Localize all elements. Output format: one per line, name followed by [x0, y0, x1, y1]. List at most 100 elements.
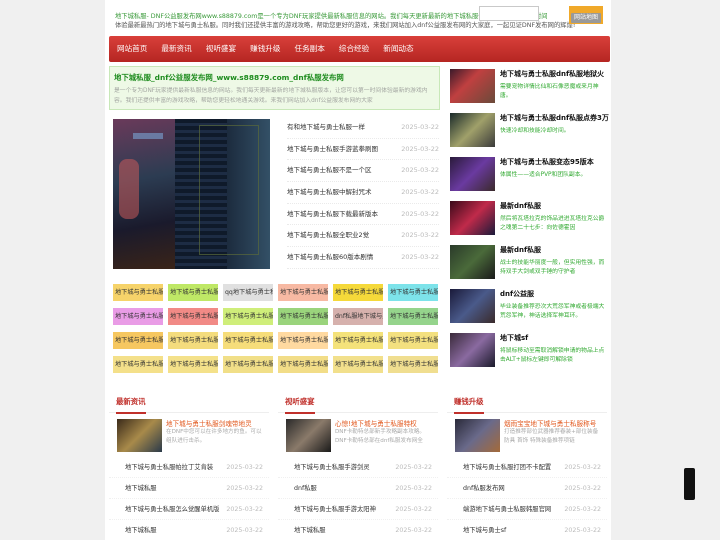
tag-link[interactable]: 地下城与勇士私服: [278, 308, 328, 325]
thumbnail[interactable]: [450, 113, 495, 147]
nav-item-updates[interactable]: 新闻动态: [376, 36, 420, 62]
list-item[interactable]: 有和地下城与勇士私服一样 2025-03-22: [287, 117, 439, 139]
list-item[interactable]: 地下城与勇士sf 2025-03-22: [447, 520, 607, 540]
section-featured[interactable]: 烟雨宝宝地下城与勇士私服称号 打造推荐部位武器推荐春装+部位装备 防具 首饰 特…: [447, 413, 607, 457]
list-item[interactable]: 地下城与勇士私服手游蓝拳刷图 2025-03-22: [287, 139, 439, 161]
tag-link[interactable]: 地下城与勇士私服: [278, 284, 328, 301]
main-nav: 网站首页 最新资讯 视听盛宴 赚钱升级 任务副本 综合经验 新闻动态: [109, 36, 610, 62]
item-title[interactable]: 最新dnf私服: [500, 201, 541, 211]
tag-link[interactable]: 地下城与勇士私服: [168, 332, 218, 349]
list-item[interactable]: 地下城与勇士私服全职业2觉 2025-03-22: [287, 225, 439, 248]
section-featured[interactable]: 心惊!地下城与勇士私服特权 DNF卡勒特总部新手攻略副本攻略。DNF卡勒特总部在…: [278, 413, 438, 457]
item-summary: 将鼠标移动至需取消解锁申请的物品上点击ALT+鼠标左键即可解除锁: [500, 348, 605, 363]
list-item[interactable]: 地下城与勇士私服帕拉丁艾肯装 2025-03-22: [109, 457, 269, 478]
scroll-to-top-button[interactable]: [684, 468, 695, 500]
search-box[interactable]: [479, 6, 539, 21]
item-summary: 然后将瓦塔拉克的饰品进进瓦塔拉克公爵之魂第二十七步：向佐德霍因: [500, 216, 605, 231]
tag-link[interactable]: qq地下城与勇士私服: [223, 284, 273, 301]
list-item[interactable]: 地下城与勇士私服不是一个区 2025-03-22: [287, 160, 439, 183]
site-description-line2: 体验最新最热门的地下城与勇士私服。同时我们还提供丰富的游戏攻略，帮助您更好的游戏…: [115, 22, 576, 29]
item-title[interactable]: dnf公益服: [500, 289, 534, 299]
list-item[interactable]: 地下城与勇士私服下载最新版本 2025-03-22: [287, 204, 439, 226]
list-item[interactable]: 地下城私服 2025-03-22: [109, 520, 269, 540]
section-heading[interactable]: 视听盛宴: [285, 397, 315, 414]
featured-summary: DNF卡勒特总部新手攻略副本攻略。DNF卡勒特总部在dnf私服发布网全: [335, 429, 426, 444]
list-item[interactable]: 地下城与勇士私服dnf私服地狱火 需要宠物详情比仙和石像恶魔或来月神唐。: [450, 65, 610, 109]
list-item[interactable]: dnf私服 2025-03-22: [278, 478, 438, 499]
list-item[interactable]: 端游地下城与勇士私服韩服官网 2025-03-22: [447, 499, 607, 520]
section-featured[interactable]: 地下城与勇士私服剑魂带地灵 在DNF中您可以在许多地方的鱼。可以组队进行击杀。: [109, 413, 269, 457]
nav-item-quests[interactable]: 任务副本: [288, 36, 332, 62]
list-item[interactable]: dnf公益服 毕业装备推荐恐次大荒怨军神或者极端大荒怨军神，神话选择军神耳环。: [450, 285, 610, 329]
thumbnail[interactable]: [286, 419, 331, 452]
list-item[interactable]: 最新dnf私服然后将瓦塔拉克的饰品进进瓦塔拉克公爵之魂第二十七步：向佐德霍因: [450, 197, 610, 241]
thumbnail[interactable]: [450, 201, 495, 235]
tag-link[interactable]: 地下城与勇士私服: [168, 356, 218, 373]
featured-title[interactable]: 地下城与勇士私服剑魂带地灵: [166, 418, 266, 428]
site-map-button[interactable]: 网站地图: [569, 6, 603, 24]
item-title[interactable]: 地下城sf: [500, 333, 528, 343]
section-heading[interactable]: 最新资讯: [116, 397, 146, 414]
list-item[interactable]: 地下城私服 2025-03-22: [109, 478, 269, 499]
thumbnail[interactable]: [117, 419, 162, 452]
nav-item-home[interactable]: 网站首页: [113, 36, 154, 62]
nav-item-earn[interactable]: 赚钱升级: [243, 36, 287, 62]
tag-link[interactable]: 地下城与勇士私服: [333, 284, 383, 301]
section-heading[interactable]: 赚钱升级: [454, 397, 484, 414]
list-item[interactable]: 地下城与勇士私服60版本剧情 2025-03-22: [287, 247, 439, 269]
site-map-label[interactable]: 网站地图: [571, 13, 601, 23]
tag-link[interactable]: 地下城与勇士私服: [223, 356, 273, 373]
list-item[interactable]: 地下城与勇士私服手游剑灵 2025-03-22: [278, 457, 438, 478]
thumbnail[interactable]: [450, 333, 495, 367]
list-item[interactable]: 地下城与勇士私服dnf私服点券3万 快速冷却和技能冷却时间。: [450, 109, 610, 153]
tag-link[interactable]: 地下城与勇士私服: [223, 308, 273, 325]
nav-item-news[interactable]: 最新资讯: [154, 36, 198, 62]
tag-link[interactable]: 地下城与勇士私服: [388, 332, 438, 349]
intro-box: 地下城私服_dnf公益服发布网_www.s88879.com_dnf私服发布网 …: [109, 66, 440, 110]
tag-link[interactable]: 地下城与勇士私服: [333, 356, 383, 373]
list-item[interactable]: 最新dnf私服战士的技能华丽度一般，但实用性强，而持双手大剑或双手锤的守护者: [450, 241, 610, 285]
tag-link[interactable]: 地下城与勇士私服: [278, 332, 328, 349]
list-item[interactable]: 地下城与勇士私服怎么觉醒单机版 2025-03-22: [109, 499, 269, 520]
featured-title[interactable]: 烟雨宝宝地下城与勇士私服称号: [504, 418, 604, 428]
tag-link[interactable]: 地下城与勇士私服: [388, 284, 438, 301]
featured-screenshot[interactable]: [113, 119, 270, 269]
list-item[interactable]: 地下城sf 将鼠标移动至需取消解锁申请的物品上点击ALT+鼠标左键即可解除锁: [450, 329, 610, 373]
thumbnail[interactable]: [450, 157, 495, 191]
thumbnail[interactable]: [450, 245, 495, 279]
list-item[interactable]: 地下城与勇士私服中解封咒术 2025-03-22: [287, 182, 439, 204]
list-item[interactable]: 地下城与勇士私服打团不卡配置 2025-03-22: [447, 457, 607, 478]
featured-summary: 打造推荐部位武器推荐春装+部位装备 防具 首饰 特殊装备推荐项链: [504, 429, 599, 444]
intro-title[interactable]: 地下城私服_dnf公益服发布网_www.s88879.com_dnf私服发布网: [114, 72, 435, 83]
item-title[interactable]: 地下城与勇士私服dnf私服地狱火: [500, 69, 604, 79]
thumbnail[interactable]: [450, 289, 495, 323]
item-title[interactable]: 地下城与勇士私服dnf私服点券3万: [500, 113, 609, 123]
tag-link[interactable]: 地下城与勇士私服: [113, 332, 163, 349]
tag-link[interactable]: 地下城与勇士私服: [388, 308, 438, 325]
list-item[interactable]: 地下城私服 2025-03-22: [278, 520, 438, 540]
featured-title[interactable]: 心惊!地下城与勇士私服特权: [335, 418, 435, 428]
tag-link[interactable]: 地下城与勇士私服: [223, 332, 273, 349]
tag-link[interactable]: 地下城与勇士私服: [168, 308, 218, 325]
page-container: 地下城私服- DNF公益服发布网www.s88879.com是一个专为DNF玩家…: [105, 0, 611, 540]
section-latest-news: 最新资讯 地下城与勇士私服剑魂带地灵 在DNF中您可以在许多地方的鱼。可以组队进…: [109, 389, 269, 540]
thumbnail[interactable]: [455, 419, 500, 452]
tag-link[interactable]: 地下城与勇士私服: [113, 356, 163, 373]
list-item[interactable]: 地下城与勇士私服手游太阳神 2025-03-22: [278, 499, 438, 520]
item-title[interactable]: 最新dnf私服: [500, 245, 541, 255]
item-summary: 战士的技能华丽度一般，但实用性强，而持双手大剑或双手锤的守护者: [500, 260, 605, 275]
tag-link[interactable]: 地下城与勇士私服: [113, 308, 163, 325]
tag-link[interactable]: 地下城与勇士私服: [333, 332, 383, 349]
item-summary: 体属性——适合PVP和团队副本。: [500, 172, 587, 178]
tag-link[interactable]: 地下城与勇士私服: [113, 284, 163, 301]
thumbnail[interactable]: [450, 69, 495, 103]
tag-link[interactable]: 地下城与勇士私服: [388, 356, 438, 373]
tag-link[interactable]: dnf私服地下城与勇士: [333, 308, 383, 325]
item-title[interactable]: 地下城与勇士私服变态95版本: [500, 157, 594, 167]
list-item[interactable]: 地下城与勇士私服变态95版本体属性——适合PVP和团队副本。: [450, 153, 610, 197]
nav-item-experience[interactable]: 综合经验: [332, 36, 376, 62]
nav-item-video[interactable]: 视听盛宴: [199, 36, 243, 62]
tag-link[interactable]: 地下城与勇士私服: [278, 356, 328, 373]
tag-link[interactable]: 地下城与勇士私服: [168, 284, 218, 301]
list-item[interactable]: dnf私服发布网 2025-03-22: [447, 478, 607, 499]
